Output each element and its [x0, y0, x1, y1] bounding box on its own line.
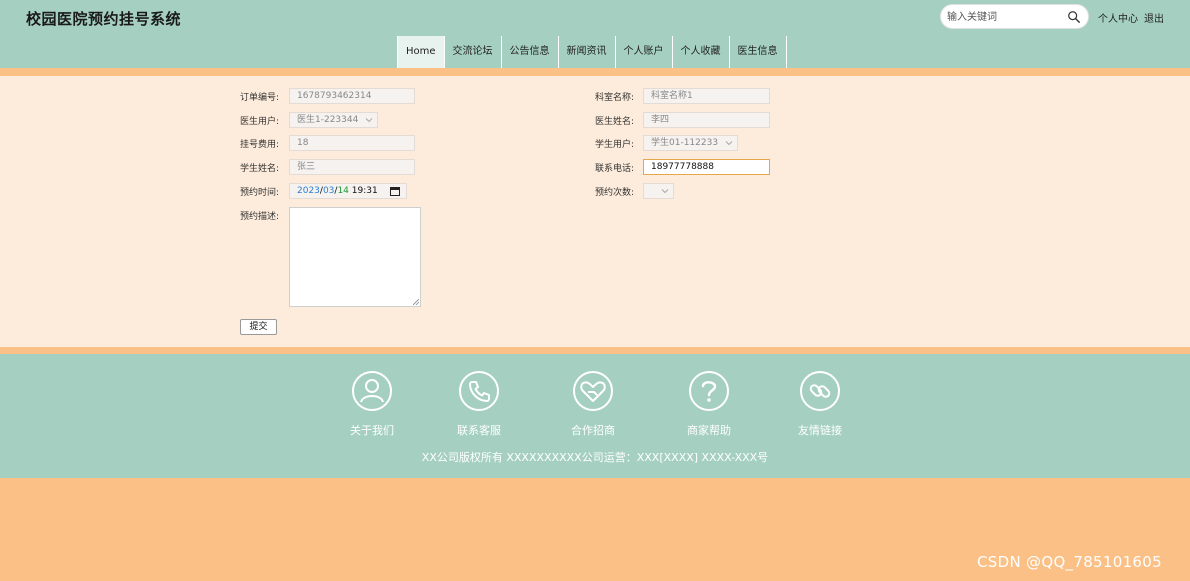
nav-doctor-info[interactable]: 医生信息 [730, 36, 787, 68]
submit-button[interactable]: 提交 [240, 319, 277, 335]
footer-label: 合作招商 [571, 424, 615, 437]
count-label: 预约次数: [595, 187, 635, 198]
appointment-form: 订单编号: 1678793462314 医生用户: 医生1-223344 挂号费… [0, 76, 1190, 347]
watermark-text: CSDN @QQ_785101605 [977, 553, 1162, 571]
student-user-value: 学生01-112233 [651, 138, 719, 148]
footer-label: 关于我们 [350, 424, 394, 437]
appt-time-input[interactable]: 2023/03/14 19:31 [289, 183, 407, 199]
doctor-user-select[interactable]: 医生1-223344 [289, 112, 378, 128]
footer-label: 联系客服 [457, 424, 501, 437]
site-title: 校园医院预约挂号系统 [26, 10, 182, 28]
top-header: 校园医院预约挂号系统 个人中心 退出 Home 交流论坛 公告信息 新闻资讯 个… [0, 0, 1190, 68]
footer-contact-service[interactable]: 联系客服 [439, 370, 519, 438]
doctor-name-label: 医生姓名: [595, 116, 635, 127]
phone-icon [459, 371, 499, 411]
question-icon [689, 371, 729, 411]
doctor-user-value: 医生1-223344 [297, 115, 359, 125]
desc-label: 预约描述: [240, 211, 280, 222]
description-textarea[interactable] [289, 207, 421, 307]
footer-about-us[interactable]: 关于我们 [332, 370, 412, 438]
user-icon [352, 371, 392, 411]
fee-label: 挂号费用: [240, 139, 280, 150]
appt-year: 2023 [297, 186, 320, 196]
main-nav: Home 交流论坛 公告信息 新闻资讯 个人账户 个人收藏 医生信息 [397, 36, 787, 68]
appt-month: 03 [322, 186, 335, 196]
divider-strip-top [0, 68, 1190, 76]
chevron-down-icon [725, 141, 733, 146]
nav-announcements[interactable]: 公告信息 [502, 36, 559, 68]
resize-handle-icon[interactable] [413, 299, 419, 305]
chevron-down-icon [365, 118, 373, 123]
dept-field[interactable]: 科室名称1 [643, 88, 770, 104]
site-footer: 关于我们 联系客服 合作招商 商家帮助 友情链接 XX公司版权所有 XXXXXX… [0, 354, 1190, 478]
appt-day: 14 [337, 186, 349, 196]
footer-partnership[interactable]: 合作招商 [553, 370, 633, 438]
student-name-field[interactable]: 张三 [289, 159, 415, 175]
footer-friendly-links[interactable]: 友情链接 [780, 370, 860, 438]
link-icon [800, 371, 840, 411]
footer-label: 友情链接 [798, 424, 842, 437]
copyright-text: XX公司版权所有 XXXXXXXXXX公司运营：XXX[XXXX] XXXX-X… [421, 451, 769, 464]
nav-home[interactable]: Home [397, 36, 445, 68]
appt-time-label: 预约时间: [240, 187, 280, 198]
order-no-field[interactable]: 1678793462314 [289, 88, 415, 104]
dept-label: 科室名称: [595, 92, 635, 103]
phone-field[interactable]: 18977778888 [643, 159, 770, 175]
logout-link[interactable]: 退出 [1144, 10, 1164, 25]
personal-center-link[interactable]: 个人中心 [1098, 10, 1138, 25]
student-user-select[interactable]: 学生01-112233 [643, 135, 738, 151]
chevron-down-icon [661, 189, 669, 194]
nav-favorites[interactable]: 个人收藏 [673, 36, 730, 68]
doctor-name-field[interactable]: 李四 [643, 112, 770, 128]
footer-merchant-help[interactable]: 商家帮助 [669, 370, 749, 438]
fee-field[interactable]: 18 [289, 135, 415, 151]
calendar-icon[interactable] [390, 186, 400, 196]
nav-news[interactable]: 新闻资讯 [559, 36, 616, 68]
student-user-label: 学生用户: [595, 139, 635, 150]
handshake-heart-icon [573, 371, 613, 411]
search-icon[interactable] [1067, 10, 1081, 24]
phone-label: 联系电话: [595, 163, 635, 174]
search-input[interactable] [947, 10, 1065, 25]
nav-account[interactable]: 个人账户 [616, 36, 673, 68]
nav-forum[interactable]: 交流论坛 [445, 36, 502, 68]
order-no-label: 订单编号: [240, 92, 280, 103]
search-box[interactable] [940, 4, 1089, 29]
student-name-label: 学生姓名: [240, 163, 280, 174]
footer-label: 商家帮助 [687, 424, 731, 437]
doctor-user-label: 医生用户: [240, 116, 280, 127]
count-select[interactable] [643, 183, 674, 199]
appt-clock: 19:31 [351, 186, 378, 196]
